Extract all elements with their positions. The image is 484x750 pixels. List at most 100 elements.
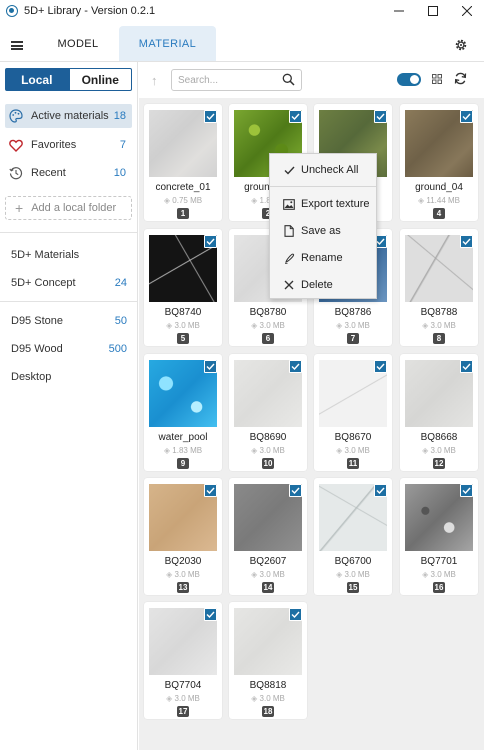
material-card[interactable]: ground_04 ◈ 11.44 MB 4	[400, 104, 478, 221]
material-card[interactable]: BQ6700 ◈ 3.0 MB 15	[314, 478, 392, 595]
hamburger-menu-icon[interactable]	[11, 41, 23, 50]
material-checkbox[interactable]	[204, 110, 217, 123]
checkmark-icon	[376, 487, 385, 494]
checkmark-icon	[206, 238, 215, 245]
menu-item-label: Save as	[301, 225, 341, 237]
material-checkbox[interactable]	[204, 484, 217, 497]
sidebar-item-active-materials[interactable]: Active materials 18	[5, 104, 132, 128]
material-card[interactable]: concrete_01 ◈ 0.75 MB 1	[144, 104, 222, 221]
material-checkbox[interactable]	[204, 360, 217, 373]
sidebar-item-label: Active materials	[31, 110, 109, 122]
view-toggle-switch[interactable]	[397, 73, 421, 86]
sidebar-item-count: 24	[114, 277, 127, 289]
menu-item-rename[interactable]: Rename	[270, 245, 376, 271]
sidebar-item-label: D95 Stone	[11, 315, 63, 327]
material-toolbar: ↑	[139, 62, 484, 98]
material-checkbox[interactable]	[460, 110, 473, 123]
sidebar-item-recent[interactable]: Recent 10	[5, 161, 132, 185]
material-checkbox[interactable]	[374, 484, 387, 497]
sidebar-item-d95-stone[interactable]: D95 Stone 50	[11, 315, 129, 327]
local-button[interactable]: Local	[5, 68, 69, 91]
sidebar-item-desktop[interactable]: Desktop	[11, 371, 129, 383]
material-card[interactable]: BQ2607 ◈ 3.0 MB 14	[229, 478, 307, 595]
checkmark-icon	[206, 113, 215, 120]
material-checkbox[interactable]	[374, 110, 387, 123]
material-index-badge: 6	[262, 333, 274, 344]
search-icon[interactable]	[282, 73, 295, 86]
material-checkbox[interactable]	[289, 484, 302, 497]
gear-icon[interactable]	[454, 38, 468, 52]
material-card[interactable]: BQ7701 ◈ 3.0 MB 16	[400, 478, 478, 595]
material-index-badge: 12	[433, 458, 445, 469]
material-checkbox[interactable]	[204, 608, 217, 621]
maximize-icon	[428, 6, 438, 16]
plus-icon: +	[15, 200, 24, 216]
tab-material[interactable]: MATERIAL	[119, 26, 216, 61]
material-size: ◈ 3.0 MB	[229, 321, 307, 330]
menu-item-label: Export texture	[301, 198, 370, 210]
material-card[interactable]: BQ7704 ◈ 3.0 MB 17	[144, 602, 222, 719]
tag-icon: ◈	[422, 321, 431, 330]
sidebar-item-favorites[interactable]: Favorites 7	[5, 133, 132, 157]
tab-model[interactable]: MODEL	[36, 26, 120, 61]
tag-icon: ◈	[166, 570, 175, 579]
up-arrow-icon[interactable]: ↑	[151, 73, 158, 88]
source-switch: Local Online	[5, 68, 132, 91]
material-checkbox[interactable]	[289, 110, 302, 123]
material-checkbox[interactable]	[460, 360, 473, 373]
window-title: 5D+ Library - Version 0.2.1	[24, 5, 156, 17]
material-index-badge: 10	[262, 458, 274, 469]
material-card[interactable]: BQ8690 ◈ 3.0 MB 10	[229, 354, 307, 471]
material-card[interactable]: BQ2030 ◈ 3.0 MB 13	[144, 478, 222, 595]
maximize-button[interactable]	[416, 0, 450, 22]
close-button[interactable]	[450, 0, 484, 22]
material-index-badge: 7	[347, 333, 359, 344]
menu-item-uncheck-all[interactable]: Uncheck All	[270, 157, 376, 183]
sidebar-item-label: Desktop	[11, 371, 52, 383]
sidebar-item-5d-materials[interactable]: 5D+ Materials	[11, 249, 129, 261]
add-local-folder-button[interactable]: + Add a local folder	[5, 196, 132, 220]
material-card[interactable]: BQ8740 ◈ 3.0 MB 5	[144, 229, 222, 346]
material-size-value: 3.0 MB	[259, 570, 285, 579]
material-checkbox[interactable]	[289, 608, 302, 621]
add-folder-label: Add a local folder	[31, 202, 117, 214]
material-checkbox[interactable]	[460, 235, 473, 248]
menu-item-delete[interactable]: Delete	[270, 272, 376, 298]
close-icon	[462, 6, 472, 16]
sidebar-item-label: Favorites	[31, 139, 77, 151]
search-input[interactable]	[178, 70, 278, 90]
material-checkbox[interactable]	[204, 235, 217, 248]
material-size: ◈ 11.44 MB	[400, 196, 478, 205]
online-button[interactable]: Online	[68, 68, 132, 91]
material-card[interactable]: water_pool ◈ 1.83 MB 9	[144, 354, 222, 471]
material-checkbox[interactable]	[289, 360, 302, 373]
app-logo-icon	[6, 5, 18, 17]
material-card[interactable]: BQ8818 ◈ 3.0 MB 18	[229, 602, 307, 719]
menu-item-export-texture[interactable]: Export texture	[270, 191, 376, 217]
sidebar-item-label: 5D+ Concept	[11, 277, 76, 289]
material-name: BQ2030	[164, 556, 202, 567]
material-checkbox[interactable]	[374, 360, 387, 373]
material-size-value: 0.75 MB	[172, 196, 203, 205]
material-card[interactable]: BQ8788 ◈ 3.0 MB 8	[400, 229, 478, 346]
sidebar-item-count: 7	[119, 139, 126, 151]
material-index-badge: 11	[347, 458, 359, 469]
material-size-value: 3.0 MB	[430, 446, 456, 455]
material-size: ◈ 3.0 MB	[400, 446, 478, 455]
minimize-button[interactable]	[382, 0, 416, 22]
sidebar-item-5d-concept[interactable]: 5D+ Concept 24	[11, 277, 129, 289]
material-card[interactable]: BQ8668 ◈ 3.0 MB 12	[400, 354, 478, 471]
menu-item-save-as[interactable]: Save as	[270, 218, 376, 244]
material-checkbox[interactable]	[460, 484, 473, 497]
material-card[interactable]: BQ8670 ◈ 3.0 MB 11	[314, 354, 392, 471]
tag-icon: ◈	[166, 321, 175, 330]
material-size: ◈ 3.0 MB	[314, 446, 392, 455]
material-index-badge: 5	[177, 333, 189, 344]
tag-icon: ◈	[422, 446, 431, 455]
sidebar-item-d95-wood[interactable]: D95 Wood 500	[11, 343, 129, 355]
material-name: BQ7704	[164, 680, 202, 691]
refresh-icon[interactable]	[454, 72, 467, 85]
material-name: water_pool	[158, 432, 208, 443]
grid-view-icon[interactable]	[432, 74, 442, 84]
material-name: BQ8780	[249, 307, 287, 318]
